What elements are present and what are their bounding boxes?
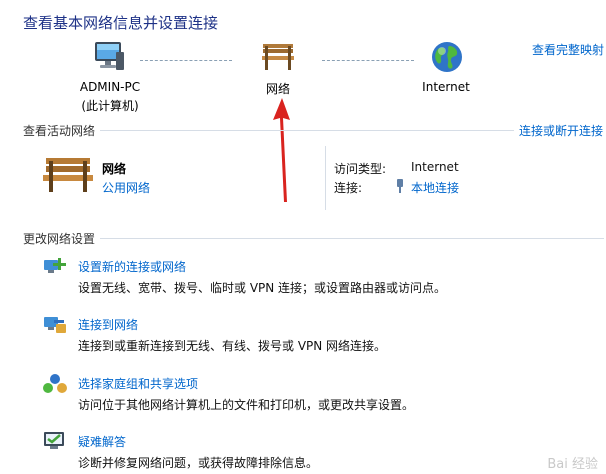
troubleshoot-icon bbox=[44, 432, 64, 449]
map-connector-2 bbox=[322, 60, 414, 61]
globe-icon bbox=[432, 42, 462, 72]
setup-new-connection-desc: 设置无线、宽带、拨号、临时或 VPN 连接；或设置路由器或访问点。 bbox=[78, 281, 447, 295]
baidu-watermark: Bai 经验 bbox=[547, 457, 598, 472]
active-networks-divider bbox=[100, 130, 514, 131]
network-type-link[interactable]: 公用网络 bbox=[102, 179, 150, 196]
connect-to-network-link[interactable]: 连接到网络 bbox=[78, 316, 138, 333]
map-connector-1 bbox=[140, 60, 232, 61]
active-network-name: 网络 bbox=[102, 162, 127, 176]
connection-label: 连接: bbox=[334, 181, 363, 195]
homegroup-icon bbox=[43, 374, 67, 393]
troubleshoot-desc: 诊断并修复网络问题，或获得故障排除信息。 bbox=[78, 456, 319, 470]
troubleshoot-link[interactable]: 疑难解答 bbox=[78, 433, 126, 450]
homegroup-sharing-desc: 访问位于其他网络计算机上的文件和打印机，或更改共享设置。 bbox=[78, 398, 415, 412]
node-network-label: 网络 bbox=[265, 82, 290, 96]
view-full-map-link[interactable]: 查看完整映射 bbox=[532, 41, 604, 58]
connect-or-disconnect-link[interactable]: 连接或断开连接 bbox=[519, 122, 603, 139]
page-title: 查看基本网络信息并设置连接 bbox=[23, 14, 219, 32]
computer-icon bbox=[95, 42, 124, 70]
active-networks-header: 查看活动网络 bbox=[23, 124, 96, 138]
network-bench-icon bbox=[43, 158, 93, 192]
connect-to-network-desc: 连接到或重新连接到无线、有线、拨号或 VPN 网络连接。 bbox=[78, 339, 387, 353]
node-computer-sublabel: (此计算机) bbox=[81, 99, 139, 113]
change-settings-header: 更改网络设置 bbox=[23, 232, 96, 246]
local-connection-icon bbox=[397, 179, 403, 193]
node-computer-label: ADMIN-PC bbox=[79, 80, 141, 94]
access-type-value: Internet bbox=[411, 160, 459, 174]
change-settings-divider bbox=[100, 238, 604, 239]
node-internet-label: Internet bbox=[422, 80, 470, 94]
connect-network-icon bbox=[44, 317, 66, 333]
homegroup-sharing-link[interactable]: 选择家庭组和共享选项 bbox=[78, 375, 198, 392]
bench-icon bbox=[262, 44, 294, 70]
local-connection-link[interactable]: 本地连接 bbox=[411, 179, 459, 196]
setup-new-connection-link[interactable]: 设置新的连接或网络 bbox=[78, 258, 186, 275]
active-networks-vertical-divider bbox=[325, 146, 326, 210]
access-type-label: 访问类型: bbox=[334, 162, 387, 176]
annotation-arrow-icon bbox=[273, 98, 290, 202]
new-connection-icon bbox=[44, 258, 66, 273]
